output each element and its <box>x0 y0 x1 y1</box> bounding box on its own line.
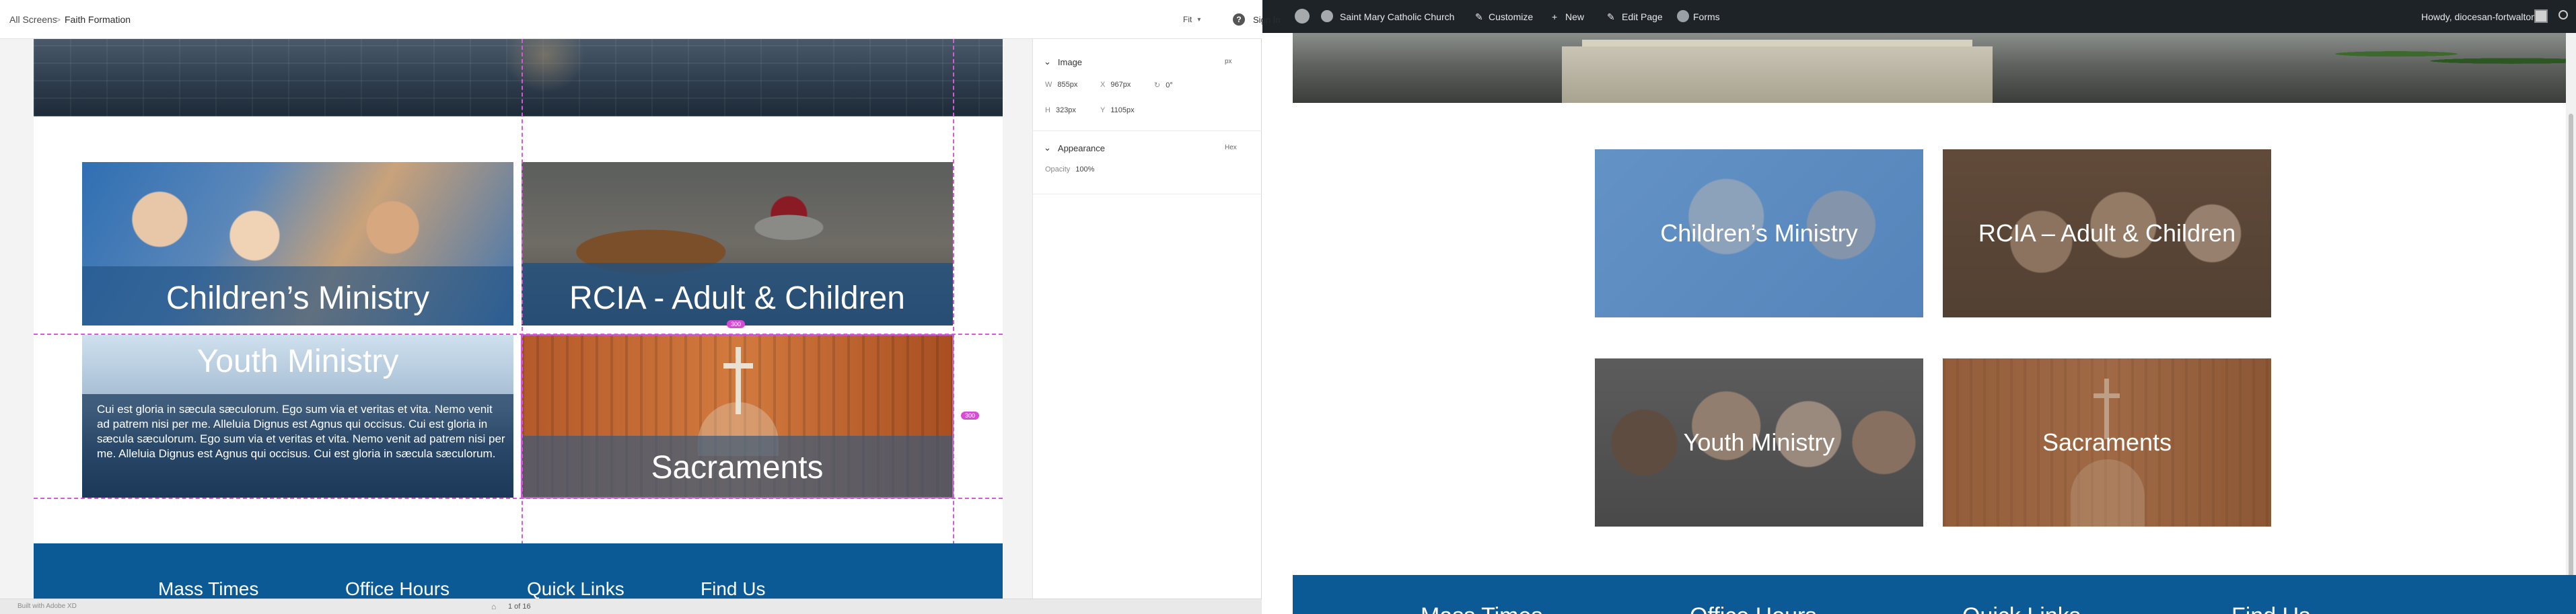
tile-childrens-ministry[interactable]: Children’s Ministry <box>82 162 513 325</box>
site-footer: Mass Times Office Hours Quick Links Find… <box>1293 575 2576 614</box>
wp-tile-sacraments[interactable]: Sacraments <box>1943 358 2271 527</box>
hero-banner <box>1293 33 2576 103</box>
breadcrumb-separator: > <box>55 14 61 25</box>
left-gutter <box>1262 33 1293 614</box>
wordpress-logo-icon[interactable] <box>1295 9 1310 24</box>
wp-tile-childrens-ministry[interactable]: Children’s Ministry <box>1595 149 1923 317</box>
x-field[interactable]: X 967px <box>1100 81 1131 89</box>
footer-heading: Find Us <box>701 578 766 599</box>
tile-label: Sacraments <box>2042 428 2172 456</box>
pencil-icon: ✎ <box>1607 11 1615 22</box>
y-field[interactable]: Y 1105px <box>1100 106 1135 114</box>
xd-share-view: All Screens > Faith Formation Fit ▾ ? Ch… <box>0 0 1262 614</box>
wp-tile-youth-ministry[interactable]: Youth Ministry <box>1595 358 1923 527</box>
admin-site-name[interactable]: Saint Mary Catholic Church <box>1340 11 1454 22</box>
footer-heading: Quick Links <box>1962 603 2081 614</box>
plus-icon: + <box>1552 11 1558 22</box>
height-field[interactable]: H 323px <box>1045 106 1076 114</box>
admin-new[interactable]: New <box>1565 11 1584 22</box>
breadcrumb-all-screens[interactable]: All Screens <box>9 14 57 25</box>
artboard-footer: Mass Times Office Hours Quick Links Find… <box>34 543 1003 605</box>
search-icon[interactable] <box>2559 10 2568 20</box>
footer-heading: Mass Times <box>1421 603 1542 614</box>
footer-heading: Quick Links <box>527 578 624 599</box>
xd-bottom-bar: Built with Adobe XD ⌂ 1 of 16 <box>0 599 1262 614</box>
footer-heading: Office Hours <box>1690 603 1816 614</box>
spacing-badge: 300 <box>961 412 980 420</box>
tile-youth-ministry[interactable]: Youth Ministry Cui est gloria in sæcula … <box>82 335 513 498</box>
opacity-field[interactable]: Opacity 100% <box>1045 165 1094 174</box>
footer-heading: Office Hours <box>345 578 450 599</box>
screen: All Screens > Faith Formation Fit ▾ ? Ch… <box>0 0 2576 614</box>
artboard-hero-image[interactable] <box>34 39 1003 116</box>
tile-rcia[interactable]: RCIA - Adult & Children <box>522 162 953 325</box>
tile-label: RCIA - Adult & Children <box>569 280 905 316</box>
inspector-divider <box>1033 130 1262 131</box>
scrollbar-thumb[interactable] <box>2569 114 2573 584</box>
breadcrumb-current-page: Faith Formation <box>65 14 131 25</box>
paint-brush-icon: ✎ <box>1475 11 1483 22</box>
rotation-field[interactable]: ↻ 0° <box>1154 81 1173 89</box>
home-icon[interactable]: ⌂ <box>491 602 496 611</box>
guide-vertical <box>953 39 954 605</box>
help-icon[interactable]: ? <box>1233 13 1245 26</box>
zoom-value: Fit <box>1183 15 1192 24</box>
tile-body-text: Cui est gloria in sæcula sæculorum. Ego … <box>97 403 505 460</box>
church-building <box>1562 46 1993 103</box>
appearance-section-title: Appearance <box>1057 143 1106 153</box>
selection-outline <box>521 334 954 498</box>
tile-label: Children’s Ministry <box>166 280 430 316</box>
page-indicator: 1 of 16 <box>508 603 531 611</box>
footer-heading: Find Us <box>2231 603 2310 614</box>
chevron-down-icon: ⌄ <box>1044 56 1051 67</box>
image-section-title: Image <box>1057 56 1083 67</box>
admin-edit-page[interactable]: Edit Page <box>1622 11 1663 22</box>
wp-tile-rcia[interactable]: RCIA – Adult & Children <box>1943 149 2271 317</box>
xd-top-bar: All Screens > Faith Formation Fit ▾ ? <box>0 0 1262 39</box>
color-format-toggle[interactable]: Hex <box>1225 144 1237 151</box>
admin-howdy[interactable]: Howdy, diocesan-fortwalton <box>2421 11 2536 22</box>
unit-toggle[interactable]: px <box>1225 58 1232 65</box>
sign-in-link[interactable]: Sign In <box>1253 15 1280 25</box>
tile-label: Children’s Ministry <box>1660 219 1858 247</box>
tile-label: RCIA – Adult & Children <box>1978 219 2236 247</box>
admin-customize[interactable]: Customize <box>1489 11 1533 22</box>
chevron-down-icon: ▾ <box>1197 15 1201 24</box>
rotate-icon: ↻ <box>1154 81 1161 89</box>
hero-figure <box>505 39 585 93</box>
inspector-panel: ⌄ Image px W 855px X 967px ↻ 0° H 323px Y 110… <box>1032 39 1262 599</box>
guide-vertical <box>522 39 523 605</box>
forms-icon <box>1677 10 1689 22</box>
page-scrollbar[interactable] <box>2566 33 2576 614</box>
width-field[interactable]: W 855px <box>1045 81 1077 89</box>
footer-heading: Mass Times <box>158 578 259 599</box>
xd-credit[interactable]: Built with Adobe XD <box>17 603 77 610</box>
artboard: Children’s Ministry RCIA - Adult & Child… <box>34 39 1003 605</box>
zoom-select[interactable]: Fit ▾ <box>1183 12 1201 27</box>
admin-forms[interactable]: Forms <box>1693 11 1720 22</box>
appearance-section-header[interactable]: ⌄ Appearance <box>1044 143 1105 153</box>
home-icon <box>1321 10 1333 22</box>
tile-label: Youth Ministry <box>196 344 399 379</box>
avatar[interactable] <box>2534 9 2548 23</box>
wp-admin-bar: Saint Mary Catholic Church ✎ Customize +… <box>1262 0 2576 33</box>
chevron-down-icon: ⌄ <box>1044 143 1051 153</box>
image-section-header[interactable]: ⌄ Image <box>1044 56 1082 67</box>
spacing-badge: 300 <box>727 320 746 328</box>
tile-label: Youth Ministry <box>1683 428 1835 456</box>
